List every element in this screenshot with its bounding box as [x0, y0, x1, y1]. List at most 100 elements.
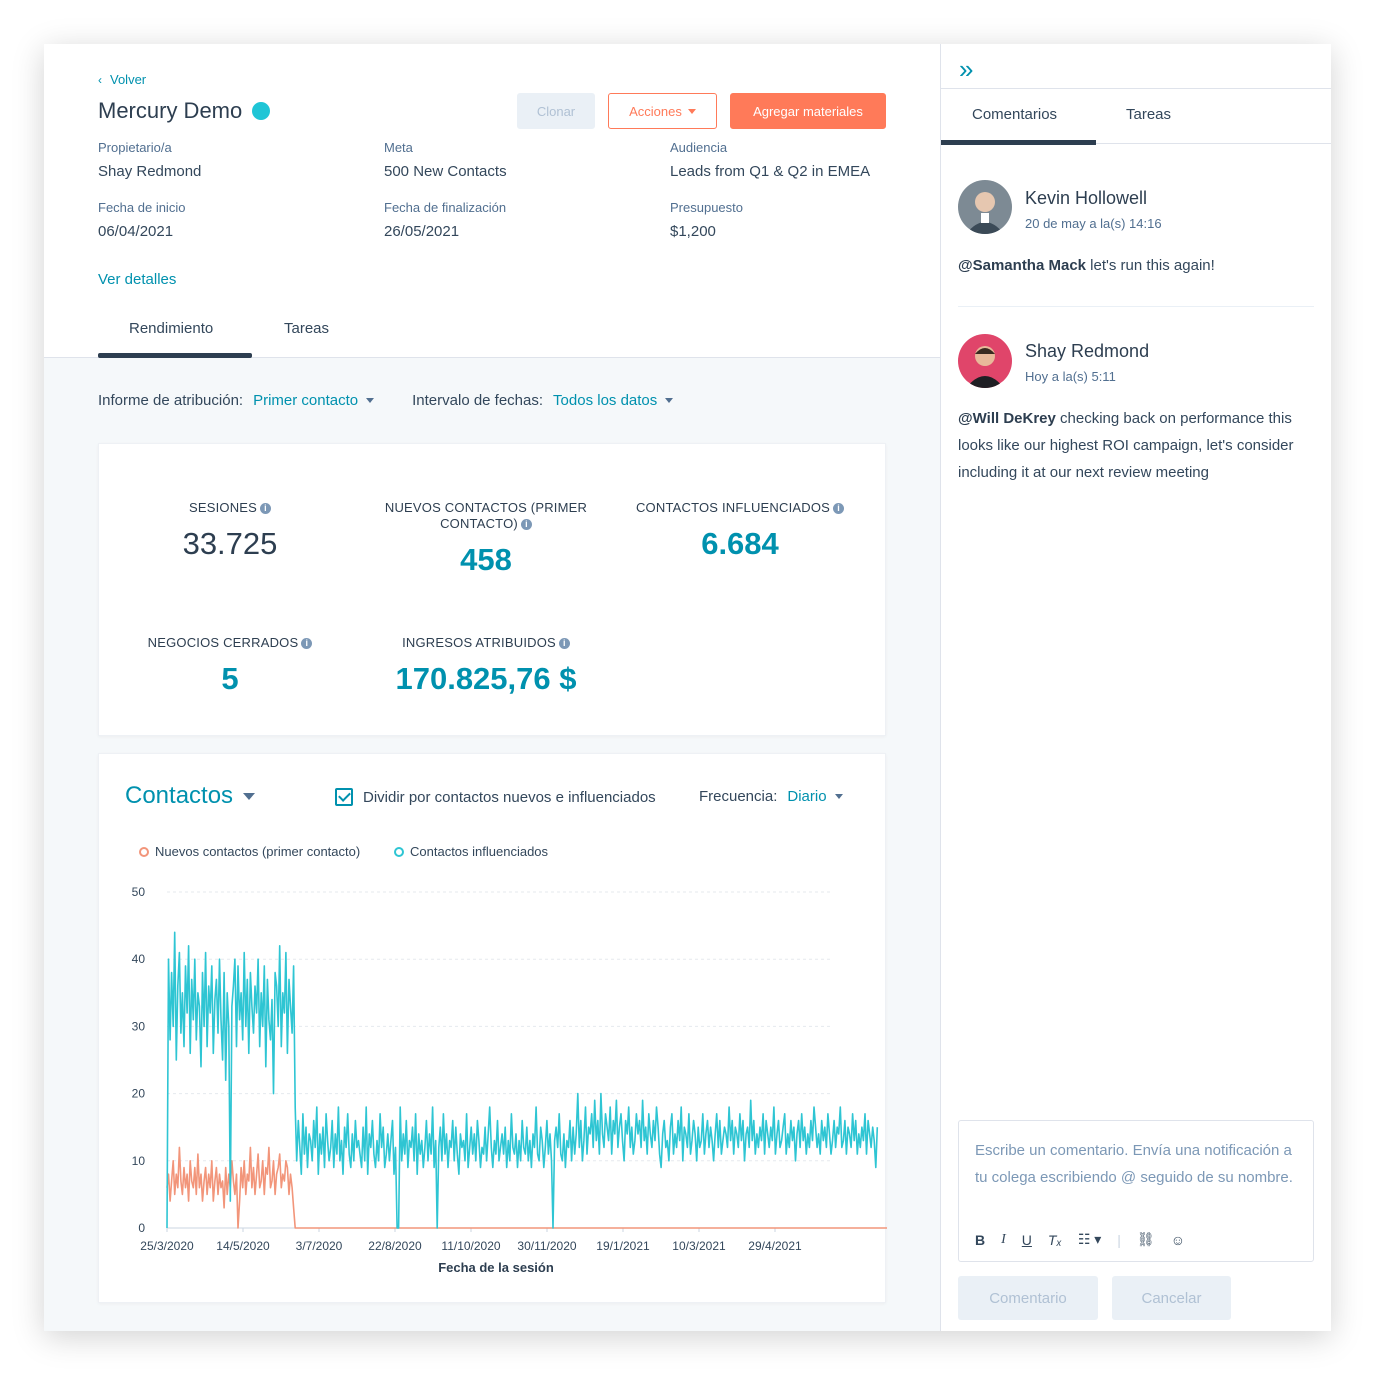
stat-value: 458 — [460, 542, 512, 577]
stat-value: 6.684 — [701, 526, 779, 561]
comment-date: 20 de may a la(s) 14:16 — [1025, 216, 1162, 231]
clone-button[interactable]: Clonar — [517, 93, 595, 129]
x-tick-label: 11/10/2020 — [441, 1239, 500, 1253]
back-label: Volver — [110, 72, 147, 87]
meta-label: Meta — [384, 140, 413, 155]
comment-body: @Will DeKrey checking back on performanc… — [958, 405, 1318, 486]
x-axis-label: Fecha de la sesión — [438, 1260, 554, 1275]
avatar[interactable] — [958, 180, 1012, 234]
y-tick-label: 40 — [132, 952, 146, 966]
cancel-button[interactable]: Cancelar — [1112, 1276, 1231, 1320]
report-filters: Informe de atribución: Primer contacto I… — [98, 392, 674, 409]
date-range-dropdown[interactable]: Todos los datos — [553, 392, 674, 409]
comments-sidebar: » Comentarios Tareas Kevin Hollowell 20 … — [940, 44, 1331, 1331]
mention[interactable]: @Will DeKrey — [958, 410, 1056, 427]
link-icon[interactable]: ⛓ — [1137, 1231, 1155, 1248]
attribution-value: Primer contacto — [253, 392, 359, 409]
avatar[interactable] — [958, 334, 1012, 388]
comment-author: Kevin Hollowell — [1025, 188, 1148, 208]
stat-label-text: CONTACTOS INFLUENCIADOS — [635, 500, 831, 515]
info-icon[interactable]: i — [833, 503, 845, 515]
comment-input-placeholder[interactable]: Escribe un comentario. Envía una notific… — [975, 1137, 1305, 1191]
comment-button[interactable]: Comentario — [958, 1276, 1098, 1320]
tab-performance[interactable]: Rendimiento — [129, 320, 213, 337]
divider: | — [1117, 1231, 1121, 1248]
x-tick-label: 25/3/2020 — [140, 1239, 194, 1253]
stat-label: SESIONES i — [130, 500, 330, 516]
x-tick-label: 3/7/2020 — [296, 1239, 343, 1253]
caret-down-icon — [687, 108, 696, 114]
meta-value: 26/05/2021 — [384, 223, 460, 240]
comment-body: @Samantha Mack let's run this again! — [958, 252, 1314, 279]
list-icon[interactable]: ☷ ▾ — [1078, 1231, 1101, 1248]
mention[interactable]: @Samantha Mack — [958, 257, 1086, 274]
contacts-chart-card: Contactos Dividir por contactos nuevos e… — [98, 753, 887, 1303]
meta-budget: Presupuesto $1,200 — [670, 200, 743, 240]
x-tick-label: 29/4/2021 — [748, 1239, 802, 1253]
emoji-icon[interactable]: ☺ — [1171, 1232, 1185, 1248]
comment-text: let's run this again! — [1086, 257, 1215, 274]
stat-value: 5 — [221, 661, 239, 696]
comment-editor[interactable]: Escribe un comentario. Envía una notific… — [958, 1120, 1314, 1262]
caret-down-icon — [665, 398, 674, 403]
back-link[interactable]: ‹ Volver — [98, 72, 146, 87]
double-chevron-right-icon[interactable]: » — [959, 54, 973, 85]
stat-closed-deals: NEGOCIOS CERRADOS i 5 — [130, 635, 330, 697]
add-assets-button-label: Agregar materiales — [753, 103, 863, 119]
person-avatar-icon — [958, 180, 1012, 234]
active-tab-indicator — [98, 353, 252, 358]
meta-label: Fecha de finalización — [384, 200, 507, 215]
meta-owner: Propietario/a Shay Redmond — [98, 140, 201, 180]
comment-author: Shay Redmond — [1025, 341, 1150, 361]
date-range-value: Todos los datos — [553, 392, 658, 409]
y-tick-label: 30 — [132, 1019, 146, 1033]
tab-sidebar-tasks[interactable]: Tareas — [1126, 106, 1171, 123]
editor-toolbar: B I U Tₓ ☷ ▾ | ⛓ ☺ — [975, 1231, 1185, 1248]
meta-label: Audiencia — [670, 140, 728, 155]
view-details-link[interactable]: Ver detalles — [98, 271, 176, 288]
y-tick-label: 0 — [138, 1221, 145, 1235]
y-tick-label: 10 — [132, 1154, 146, 1168]
chevron-left-icon: ‹ — [98, 72, 102, 87]
actions-button-label: Acciones — [629, 103, 682, 119]
actions-button[interactable]: Acciones — [608, 93, 717, 129]
stat-value: 170.825,76 $ — [395, 661, 577, 696]
meta-value: 500 New Contacts — [384, 163, 507, 180]
x-tick-label: 19/1/2021 — [596, 1239, 650, 1253]
main-panel: ‹ Volver Mercury Demo Clonar Acciones Ag… — [44, 44, 940, 1331]
info-icon[interactable]: i — [520, 519, 532, 531]
stat-label-text: NUEVOS CONTACTOS (PRIMER CONTACTO) — [384, 500, 588, 531]
info-icon[interactable]: i — [301, 638, 313, 650]
stat-label: NEGOCIOS CERRADOS i — [130, 635, 330, 651]
tab-comments[interactable]: Comentarios — [972, 106, 1057, 123]
info-icon[interactable]: i — [260, 503, 272, 515]
stat-label-text: NEGOCIOS CERRADOS — [147, 635, 299, 650]
active-tab-indicator — [941, 140, 1096, 145]
page-title: Mercury Demo — [98, 98, 271, 124]
stat-value: 33.725 — [182, 526, 278, 561]
comment-button-label: Comentario — [989, 1289, 1067, 1307]
tab-tasks[interactable]: Tareas — [284, 320, 329, 337]
meta-goal: Meta 500 New Contacts — [384, 140, 507, 180]
comment-date: Hoy a la(s) 5:11 — [1025, 369, 1116, 384]
x-tick-label: 10/3/2021 — [672, 1239, 726, 1253]
bold-icon[interactable]: B — [975, 1232, 985, 1248]
stats-card: SESIONES i 33.725 NUEVOS CONTACTOS (PRIME… — [98, 443, 886, 736]
caret-down-icon — [366, 398, 375, 403]
underline-icon[interactable]: U — [1022, 1232, 1032, 1248]
campaign-header: ‹ Volver Mercury Demo Clonar Acciones Ag… — [44, 44, 940, 358]
meta-value: Shay Redmond — [98, 163, 202, 180]
italic-icon[interactable]: I — [1001, 1232, 1006, 1248]
x-tick-label: 30/11/2020 — [517, 1239, 576, 1253]
series-line-new-contacts — [166, 1146, 887, 1229]
stat-label: CONTACTOS INFLUENCIADOS i — [627, 500, 853, 516]
info-icon[interactable]: i — [558, 638, 570, 650]
status-dot-icon — [252, 102, 271, 120]
meta-label: Propietario/a — [98, 140, 172, 155]
clear-format-icon[interactable]: Tₓ — [1048, 1232, 1062, 1248]
stat-sessions: SESIONES i 33.725 — [130, 500, 330, 562]
attribution-dropdown[interactable]: Primer contacto — [253, 392, 375, 409]
stat-new-contacts: NUEVOS CONTACTOS (PRIMER CONTACTO) i 458 — [379, 500, 593, 578]
add-assets-button[interactable]: Agregar materiales — [730, 93, 886, 129]
contacts-line-chart: 0 10 20 30 40 50 25/3/2020 14/5/2020 3/7/2020 22/… — [132, 885, 887, 1275]
